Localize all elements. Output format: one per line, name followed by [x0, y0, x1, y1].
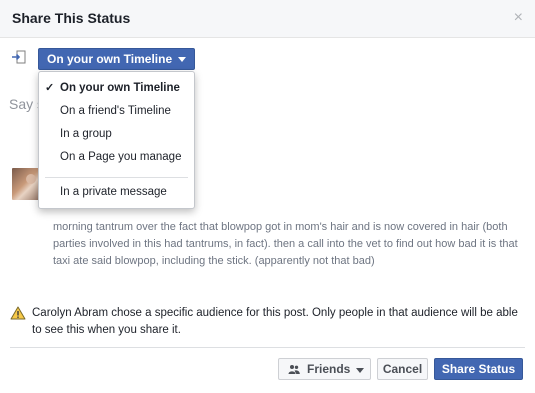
chevron-down-icon: [178, 57, 187, 63]
close-icon[interactable]: ×: [514, 9, 523, 27]
warning-triangle-icon: [10, 306, 26, 320]
shared-post-text: morning tantrum over the fact that blowp…: [53, 221, 518, 267]
share-arrow-icon: [12, 50, 26, 64]
chevron-down-icon: [356, 368, 364, 373]
menu-item-own-timeline[interactable]: ✓ On your own Timeline: [39, 78, 194, 98]
cancel-button[interactable]: Cancel: [377, 358, 428, 380]
checkmark-icon: ✓: [45, 82, 55, 94]
dialog-title: Share This Status: [12, 10, 131, 26]
menu-item-private-message[interactable]: In a private message: [39, 182, 194, 202]
menu-item-label: On a friend's Timeline: [60, 105, 171, 117]
menu-item-group[interactable]: In a group: [39, 124, 194, 144]
footer-divider: [10, 347, 525, 348]
audience-selector-button[interactable]: Friends: [278, 358, 371, 380]
audience-selector-label: Friends: [307, 362, 351, 376]
menu-item-label: In a group: [60, 128, 112, 140]
share-destination-button[interactable]: On your own Timeline: [38, 48, 196, 70]
dialog-header: Share This Status ×: [0, 0, 535, 38]
menu-item-page[interactable]: On a Page you manage: [39, 147, 194, 167]
menu-item-label: On your own Timeline: [60, 82, 180, 94]
share-destination-menu: ✓ On your own Timeline On a friend's Tim…: [38, 71, 195, 209]
menu-item-label: On a Page you manage: [60, 151, 182, 163]
menu-divider: [45, 177, 188, 178]
share-destination-label: On your own Timeline: [47, 52, 173, 66]
friends-icon: [288, 365, 300, 374]
menu-item-label: In a private message: [60, 186, 167, 198]
warning-text: Carolyn Abram chose a specific audience …: [32, 307, 518, 336]
menu-item-friends-timeline[interactable]: On a friend's Timeline: [39, 101, 194, 121]
share-dialog: Share This Status × On your own Timeline…: [0, 0, 535, 393]
share-status-button[interactable]: Share Status: [434, 358, 523, 380]
dialog-footer: Friends Cancel Share Status: [0, 358, 535, 382]
share-target-row: On your own Timeline: [0, 46, 535, 74]
